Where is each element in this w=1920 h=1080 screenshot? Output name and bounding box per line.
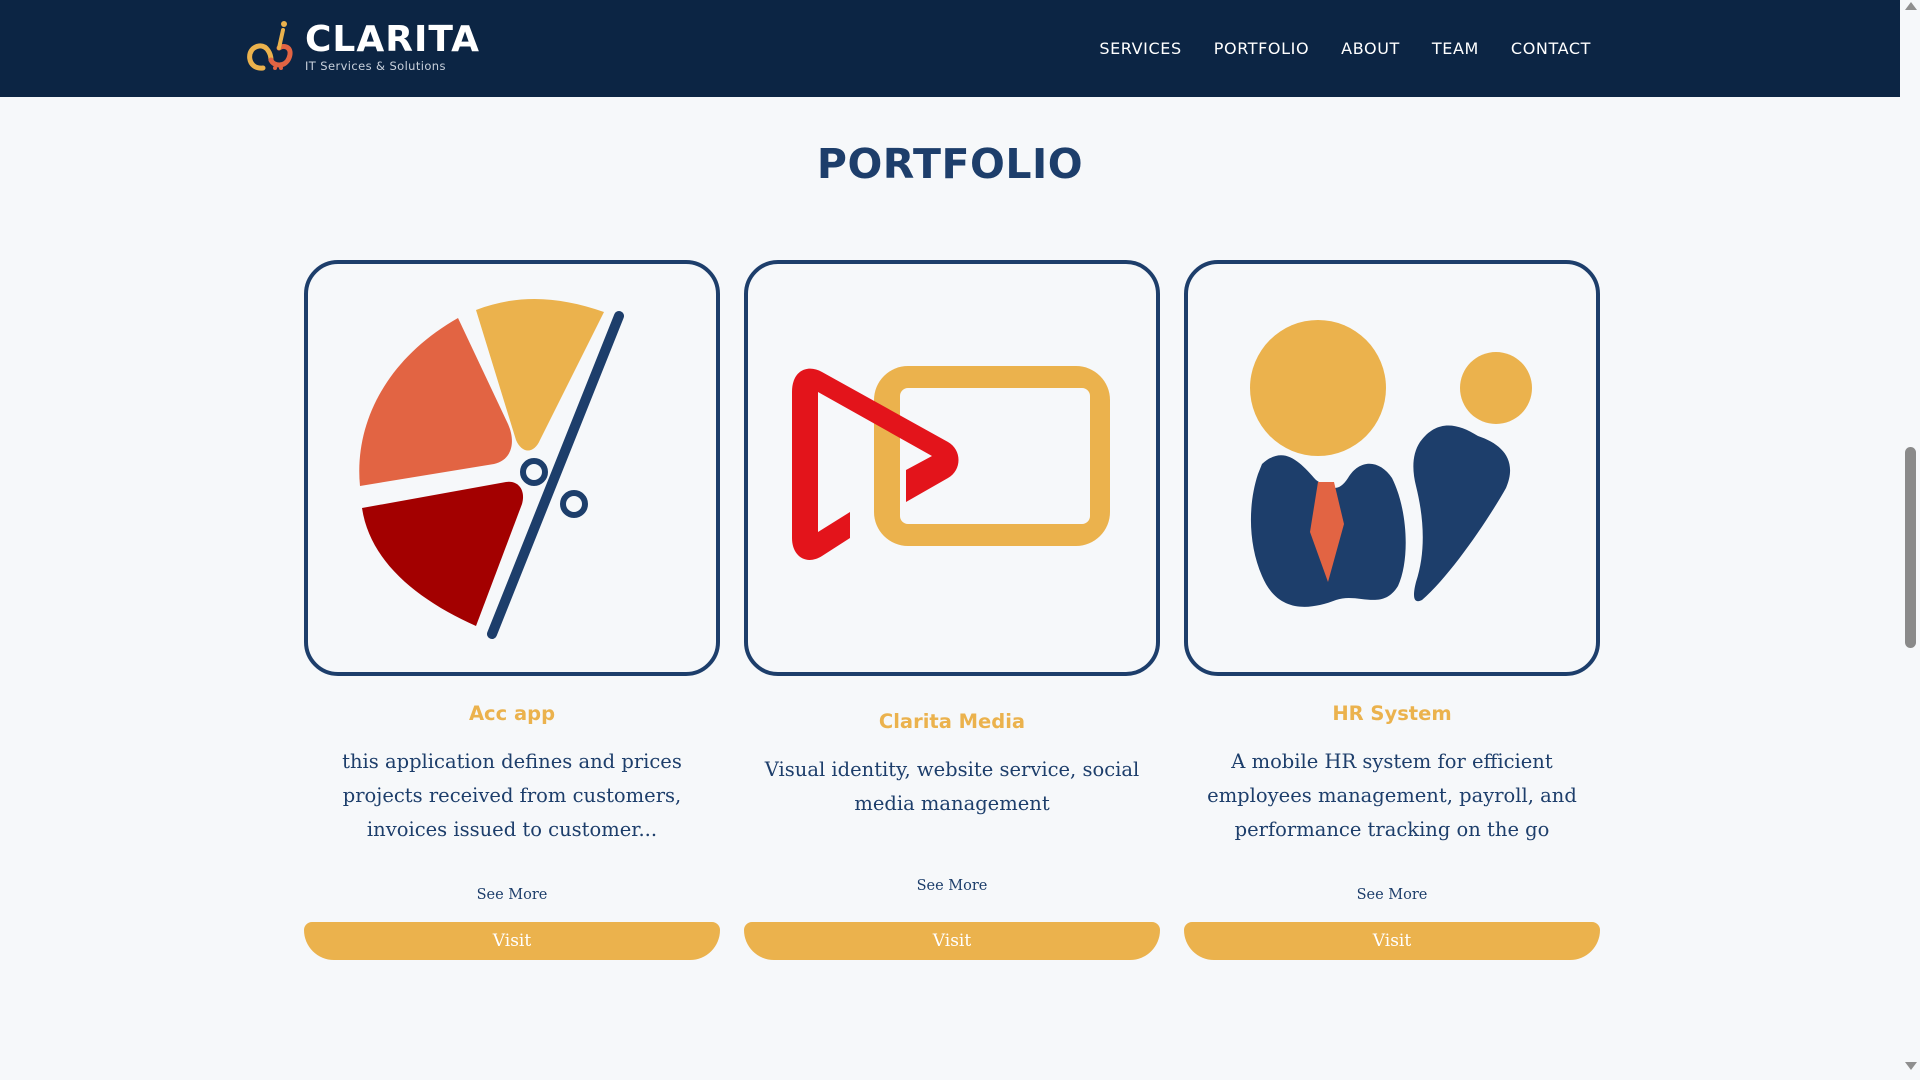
see-more-link[interactable]: See More bbox=[744, 878, 1160, 894]
brand-tagline: IT Services & Solutions bbox=[305, 58, 446, 73]
visit-button[interactable]: Visit bbox=[1184, 922, 1600, 960]
portfolio-title: PORTFOLIO bbox=[816, 140, 1084, 188]
card-title: Acc app bbox=[468, 702, 556, 725]
portfolio-card-clarita-media: Clarita Media Visual identity, website s… bbox=[744, 260, 1160, 960]
media-play-frame-icon bbox=[792, 366, 1110, 560]
card-image-frame[interactable] bbox=[744, 260, 1160, 676]
pie-chart-percent-icon bbox=[359, 298, 624, 639]
card-description: A mobile HR system for efficient employe… bbox=[1207, 750, 1577, 841]
card-description: Visual identity, website service, social… bbox=[764, 758, 1140, 815]
scroll-up-arrow-icon[interactable] bbox=[1905, 2, 1917, 10]
card-description: this application defines and prices proj… bbox=[342, 750, 682, 841]
nav-about[interactable]: ABOUT bbox=[1341, 39, 1400, 58]
main-nav: SERVICES PORTFOLIO ABOUT TEAM CONTACT bbox=[1067, 0, 1591, 97]
page-scrollbar[interactable] bbox=[1900, 0, 1920, 1080]
card-title: Clarita Media bbox=[878, 710, 1026, 733]
portfolio-card-hr-system: HR System A mobile HR system for efficie… bbox=[1184, 260, 1600, 960]
hr-people-icon bbox=[1250, 320, 1532, 607]
clarita-logo-icon bbox=[247, 21, 293, 71]
see-more-link[interactable]: See More bbox=[1184, 887, 1600, 903]
nav-portfolio[interactable]: PORTFOLIO bbox=[1214, 39, 1309, 58]
visit-button[interactable]: Visit bbox=[744, 922, 1160, 960]
card-image-frame[interactable] bbox=[304, 260, 720, 676]
visit-button[interactable]: Visit bbox=[304, 922, 720, 960]
card-image-frame[interactable] bbox=[1184, 260, 1600, 676]
nav-contact[interactable]: CONTACT bbox=[1511, 39, 1591, 58]
portfolio-card-acc-app: Acc app this application defines and pri… bbox=[304, 260, 720, 960]
see-more-link[interactable]: See More bbox=[304, 887, 720, 903]
scroll-down-arrow-icon[interactable] bbox=[1905, 1062, 1917, 1070]
clarita-logo[interactable]: CLARITA IT Services & Solutions bbox=[241, 18, 480, 74]
scrollbar-thumb[interactable] bbox=[1905, 447, 1916, 648]
card-title: HR System bbox=[1332, 702, 1452, 725]
nav-team[interactable]: TEAM bbox=[1432, 39, 1479, 58]
brand-name: CLARITA bbox=[305, 18, 480, 60]
nav-services[interactable]: SERVICES bbox=[1099, 39, 1181, 58]
top-navbar: CLARITA IT Services & Solutions SERVICES… bbox=[0, 0, 1900, 97]
